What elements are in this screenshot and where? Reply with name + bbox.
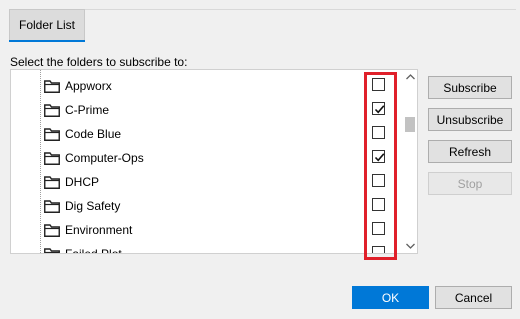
folder-label: C-Prime bbox=[65, 103, 109, 117]
folder-icon bbox=[44, 224, 60, 237]
cancel-button[interactable]: Cancel bbox=[435, 286, 512, 309]
unsubscribe-button[interactable]: Unsubscribe bbox=[428, 108, 512, 131]
folder-label: DHCP bbox=[65, 175, 100, 189]
tab-strip: Folder List bbox=[0, 0, 520, 42]
list-item[interactable]: Computer-Ops bbox=[11, 146, 401, 170]
list-item[interactable]: Failed Plot bbox=[11, 242, 401, 254]
folder-label: Failed Plot bbox=[65, 247, 122, 254]
refresh-button[interactable]: Refresh bbox=[428, 140, 512, 163]
folder-label: Environment bbox=[65, 223, 133, 237]
scroll-up-icon[interactable] bbox=[402, 70, 417, 84]
stop-button-label: Stop bbox=[457, 176, 483, 191]
list-item[interactable]: Code Blue bbox=[11, 122, 401, 146]
subscribe-button[interactable]: Subscribe bbox=[428, 76, 512, 99]
folder-label: Code Blue bbox=[65, 127, 122, 141]
list-item[interactable]: C-Prime bbox=[11, 98, 401, 122]
subscribe-checkbox[interactable] bbox=[372, 174, 385, 187]
unsubscribe-button-label: Unsubscribe bbox=[436, 112, 504, 127]
folder-icon bbox=[44, 104, 60, 117]
subscribe-checkbox[interactable] bbox=[372, 102, 385, 115]
tab-folder-list-label: Folder List bbox=[18, 18, 76, 32]
subscribe-checkbox[interactable] bbox=[372, 246, 385, 253]
folder-label: Computer-Ops bbox=[65, 151, 144, 165]
scroll-down-icon[interactable] bbox=[402, 239, 417, 253]
stop-button[interactable]: Stop bbox=[428, 172, 512, 195]
folder-icon bbox=[44, 248, 60, 253]
list-item[interactable]: Environment bbox=[11, 218, 401, 242]
subscribe-checkbox[interactable] bbox=[372, 150, 385, 163]
folder-label: Appworx bbox=[65, 79, 112, 93]
folder-icon bbox=[44, 176, 60, 189]
ok-button[interactable]: OK bbox=[352, 286, 429, 309]
vertical-scrollbar[interactable] bbox=[402, 70, 417, 253]
tab-strip-divider bbox=[85, 9, 516, 10]
folder-icon bbox=[44, 128, 60, 141]
subscribe-checkbox[interactable] bbox=[372, 222, 385, 235]
subscribe-checkbox[interactable] bbox=[372, 198, 385, 211]
tab-folder-list[interactable]: Folder List bbox=[9, 9, 85, 42]
list-item[interactable]: DHCP bbox=[11, 170, 401, 194]
tab-active-indicator bbox=[9, 40, 85, 42]
subscribe-checkbox[interactable] bbox=[372, 126, 385, 139]
list-item[interactable]: Dig Safety bbox=[11, 194, 401, 218]
folder-icon bbox=[44, 80, 60, 93]
instruction-label: Select the folders to subscribe to: bbox=[10, 55, 188, 69]
subscribe-button-label: Subscribe bbox=[443, 80, 497, 95]
subscribe-checkbox[interactable] bbox=[372, 78, 385, 91]
ok-button-label: OK bbox=[381, 290, 400, 305]
folder-icon bbox=[44, 152, 60, 165]
folder-icon bbox=[44, 200, 60, 213]
refresh-button-label: Refresh bbox=[448, 144, 492, 159]
scrollbar-thumb[interactable] bbox=[405, 117, 415, 132]
folder-label: Dig Safety bbox=[65, 199, 121, 213]
folder-list[interactable]: Appworx C-Prime Code Blue Computer-Ops DHCP D… bbox=[10, 69, 418, 254]
cancel-button-label: Cancel bbox=[454, 290, 493, 305]
list-item[interactable]: Appworx bbox=[11, 74, 401, 98]
